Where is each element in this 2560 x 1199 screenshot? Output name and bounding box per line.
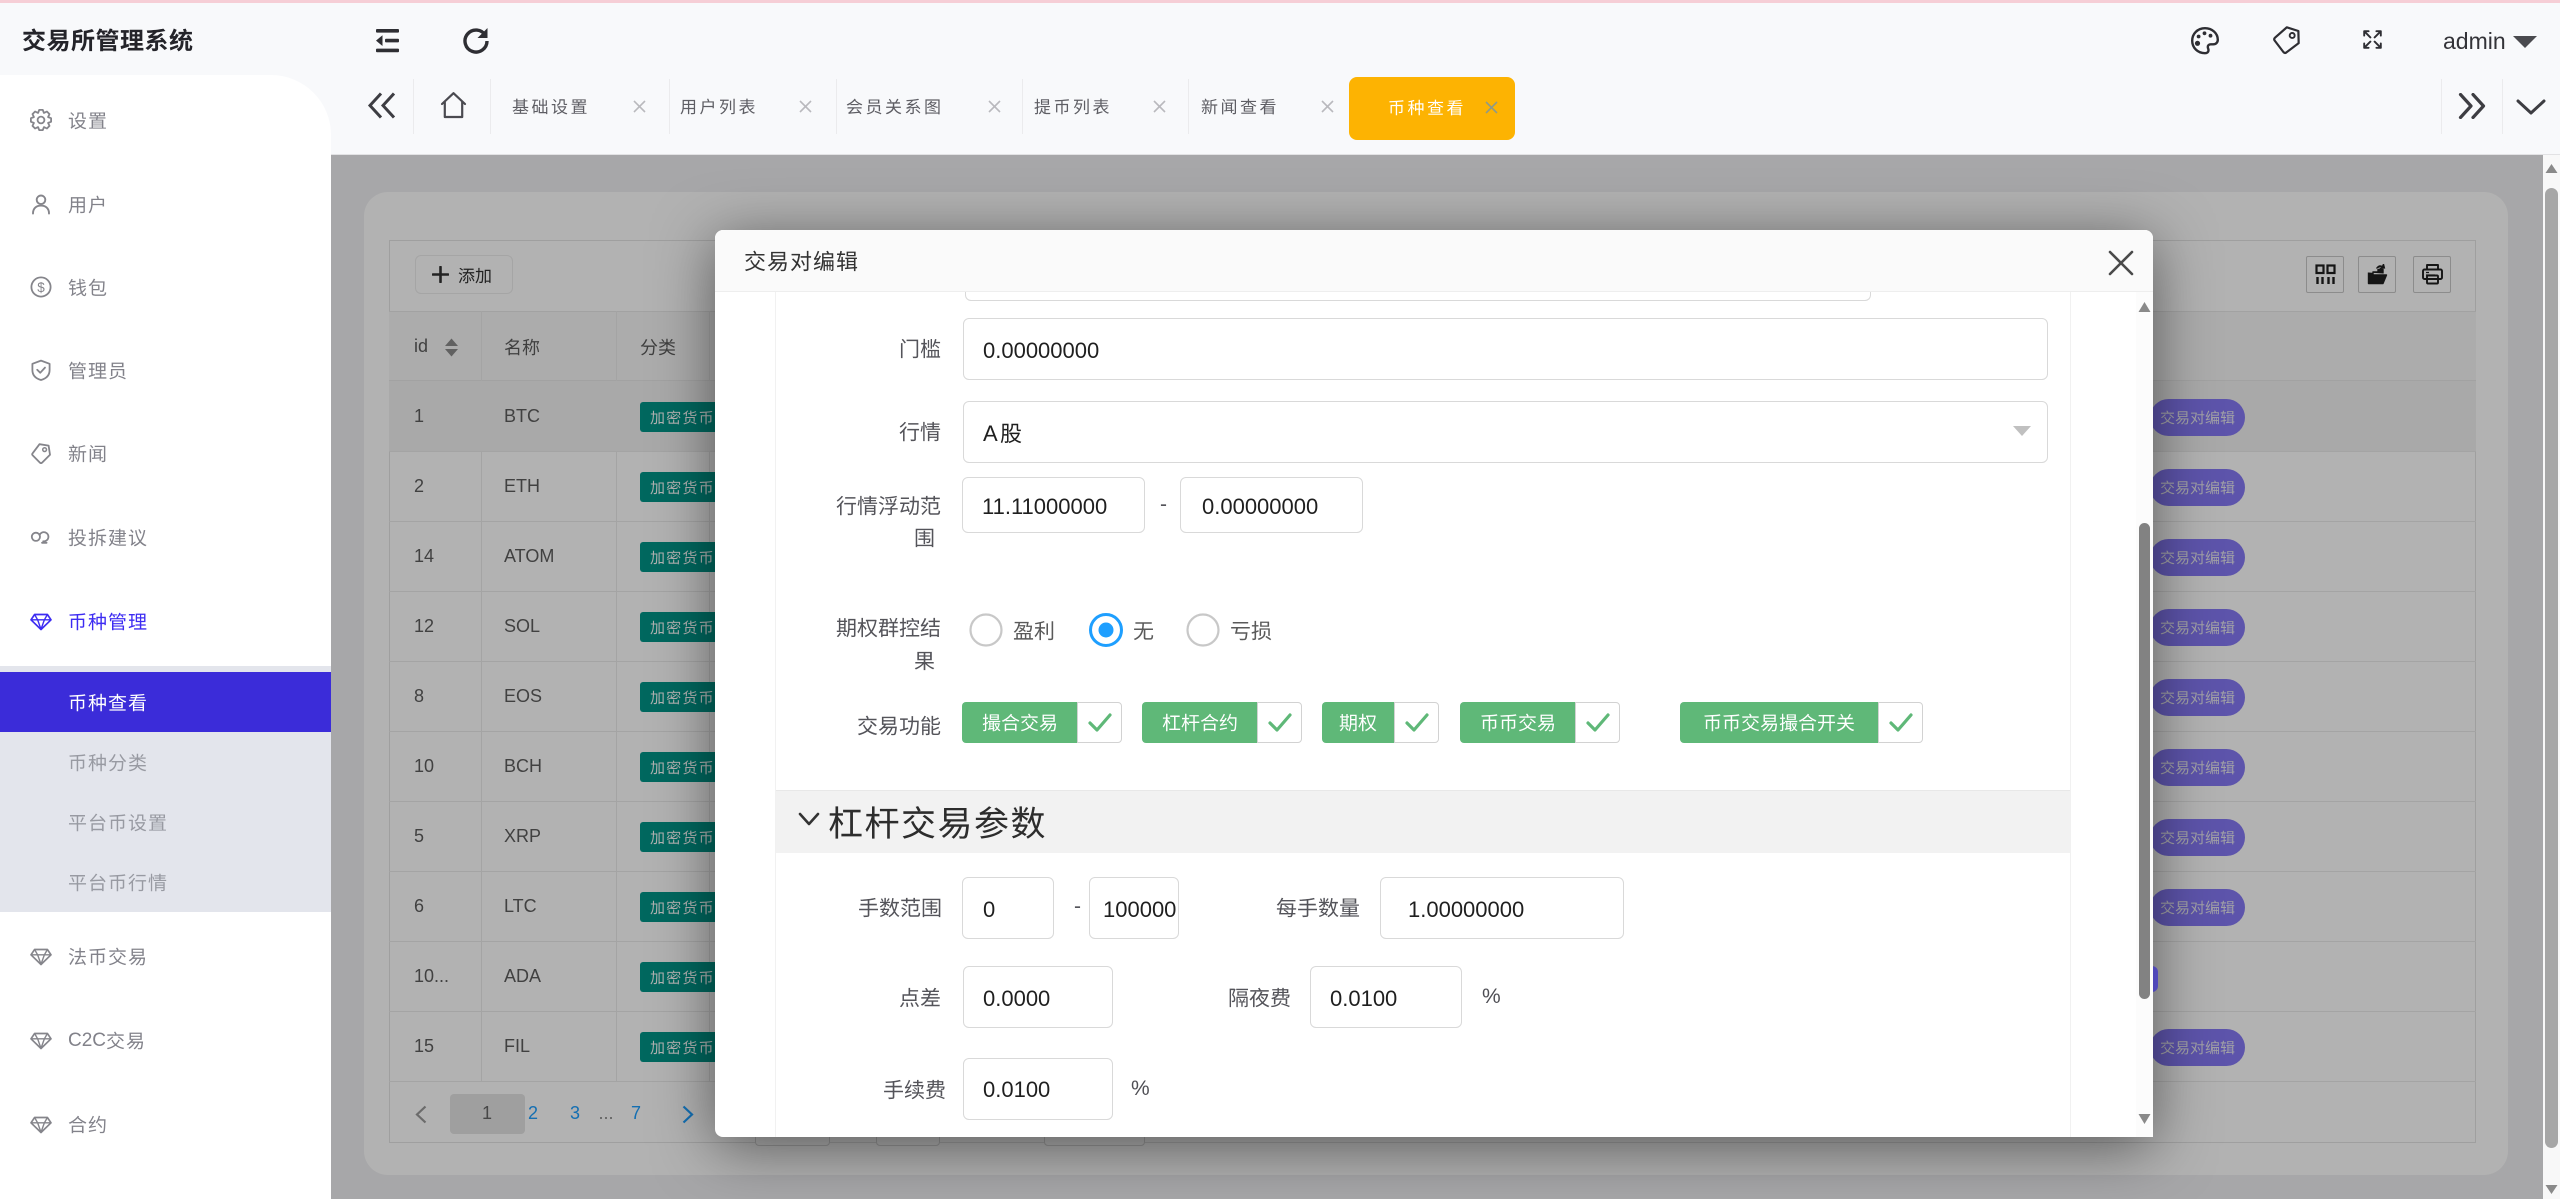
svg-text:$: $ — [37, 280, 45, 295]
